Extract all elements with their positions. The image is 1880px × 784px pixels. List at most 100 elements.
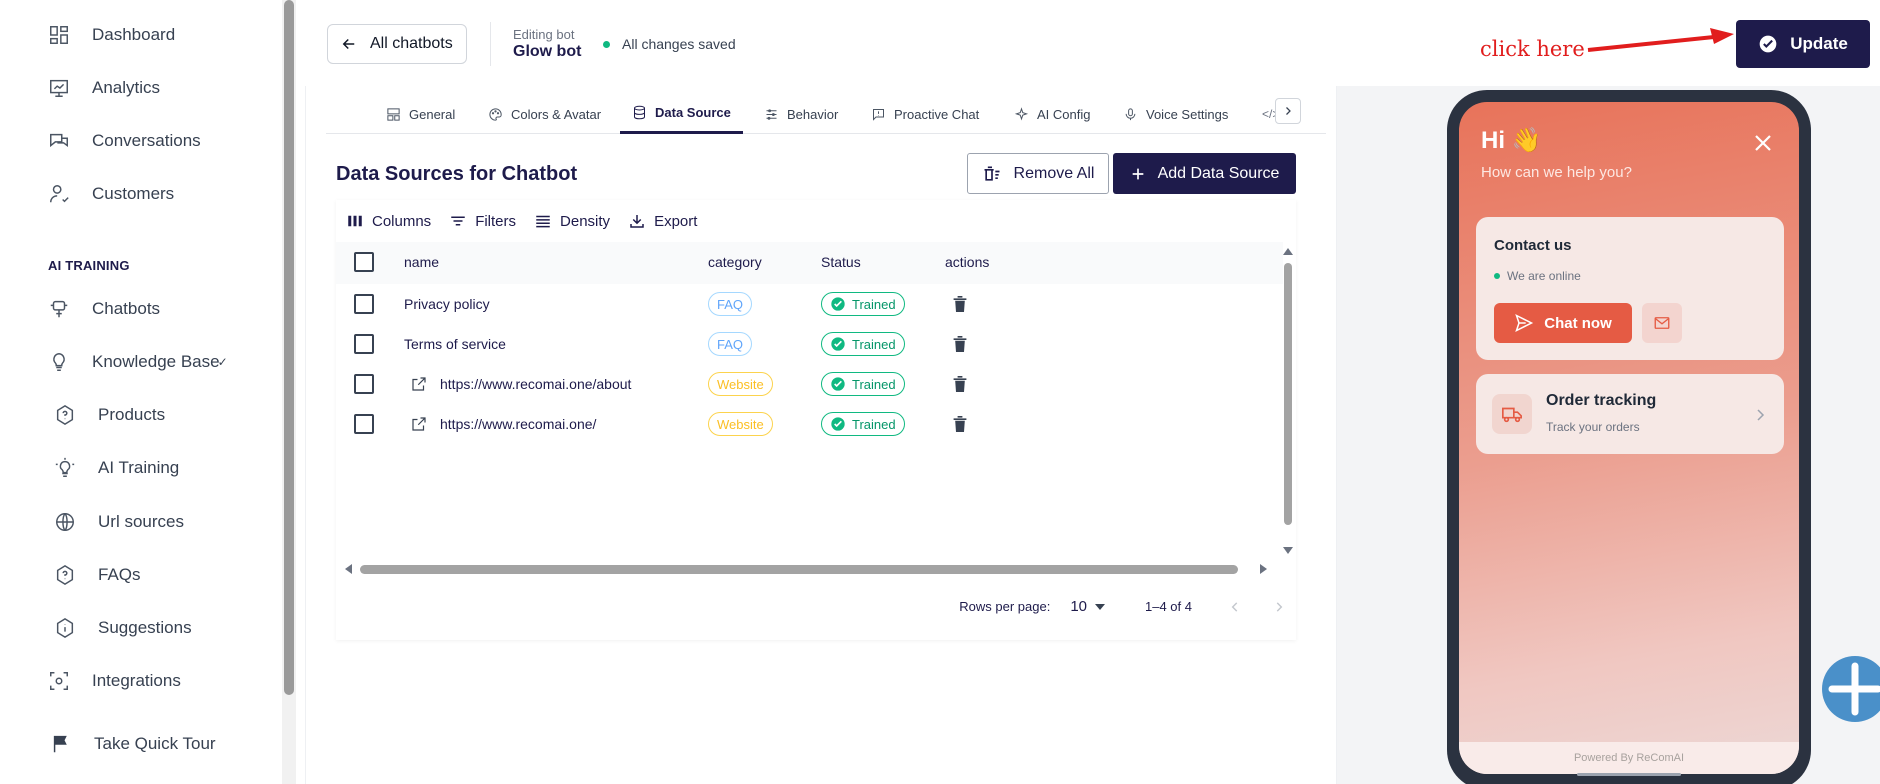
close-icon[interactable] xyxy=(1754,134,1772,152)
sidebar-item-label: Analytics xyxy=(92,78,161,97)
row-name[interactable]: https://www.recomai.one/ xyxy=(440,404,596,444)
sidebar-scrollbar[interactable] xyxy=(282,0,296,784)
rows-per-page-value: 10 xyxy=(1070,598,1087,615)
download-icon xyxy=(630,215,644,228)
tab-general[interactable]: General xyxy=(386,94,455,134)
select-all-checkbox[interactable] xyxy=(354,242,374,282)
delete-row-button[interactable] xyxy=(952,324,968,364)
filters-button[interactable]: Filters xyxy=(449,212,516,230)
export-button[interactable]: Export xyxy=(628,212,697,230)
tab-proactive-chat[interactable]: Proactive Chat xyxy=(871,94,979,134)
caret-down-icon xyxy=(1095,603,1105,610)
open-link-button[interactable] xyxy=(410,404,428,444)
tab-voice-settings[interactable]: Voice Settings xyxy=(1123,94,1228,134)
scroll-left-icon[interactable] xyxy=(342,562,354,576)
contact-card: Contact us We are online Chat now xyxy=(1476,217,1784,360)
sidebar-item-conversations[interactable]: Conversations xyxy=(48,130,201,152)
grid-horizontal-scrollbar[interactable] xyxy=(342,562,1277,576)
sidebar-item-analytics[interactable]: Analytics xyxy=(48,77,160,99)
analytics-icon xyxy=(50,79,68,97)
scroll-right-icon[interactable] xyxy=(1258,562,1270,576)
delete-row-button[interactable] xyxy=(952,284,968,324)
sidebar-item-label: Knowledge Base xyxy=(92,352,220,371)
next-page-icon[interactable] xyxy=(1272,600,1286,614)
contact-title: Contact us xyxy=(1494,237,1572,254)
check-circle-icon xyxy=(831,297,845,311)
plus-icon xyxy=(1132,168,1143,179)
all-chatbots-button[interactable]: All chatbots xyxy=(327,24,467,64)
sidebar-item-products[interactable]: Products xyxy=(54,404,165,426)
order-subtitle: Track your orders xyxy=(1546,420,1640,434)
sidebar-item-label: FAQs xyxy=(98,565,141,584)
sidebar-item-url-sources[interactable]: Url sources xyxy=(54,511,184,533)
save-status-text: All changes saved xyxy=(622,36,736,52)
row-checkbox[interactable] xyxy=(354,324,374,364)
tab-ai-config[interactable]: AI Config xyxy=(1014,94,1090,134)
remove-all-button[interactable]: Remove All xyxy=(967,153,1109,194)
remove-all-label: Remove All xyxy=(1013,164,1095,182)
dashboard-icon xyxy=(50,26,68,44)
add-data-source-label: Add Data Source xyxy=(1157,164,1280,182)
horizontal-scroll-thumb[interactable] xyxy=(360,565,1238,574)
sidebar-item-faqs[interactable]: FAQs xyxy=(54,564,141,586)
rows-per-page-select[interactable]: 10 xyxy=(1070,598,1105,615)
sidebar-item-knowledge-base[interactable]: Knowledge Base ✓ xyxy=(48,351,228,373)
row-checkbox[interactable] xyxy=(354,404,374,444)
column-header-status[interactable]: Status xyxy=(821,242,861,282)
lightbulb-icon xyxy=(53,353,65,371)
category-badge: Website xyxy=(708,412,773,436)
vertical-scroll-thumb[interactable] xyxy=(1284,263,1292,525)
grid-vertical-scrollbar[interactable] xyxy=(1281,245,1295,560)
density-button[interactable]: Density xyxy=(534,212,610,230)
sidebar-item-label: Integrations xyxy=(92,671,181,690)
column-header-actions[interactable]: actions xyxy=(945,242,989,282)
columns-button[interactable]: Columns xyxy=(346,212,431,230)
section-ai-training: AI TRAINING xyxy=(48,258,130,273)
tab-label: General xyxy=(409,106,456,122)
assistant-fab-button[interactable] xyxy=(1822,656,1880,722)
sidebar-item-label: AI Training xyxy=(98,458,180,477)
open-link-button[interactable] xyxy=(410,364,428,404)
update-button[interactable]: Update xyxy=(1736,20,1870,68)
column-header-category[interactable]: category xyxy=(708,242,762,282)
update-label: Update xyxy=(1790,34,1848,53)
row-checkbox[interactable] xyxy=(354,364,374,404)
order-tracking-card[interactable]: Order tracking Track your orders xyxy=(1476,374,1784,454)
tab-behavior[interactable]: Behavior xyxy=(764,94,838,134)
sidebar-item-label: Customers xyxy=(92,184,175,203)
row-name[interactable]: https://www.recomai.one/about xyxy=(440,364,631,404)
delete-row-button[interactable] xyxy=(952,364,968,404)
chat-now-button[interactable]: Chat now xyxy=(1494,303,1632,343)
tab-colors-avatar[interactable]: Colors & Avatar xyxy=(488,94,601,134)
filters-label: Filters xyxy=(475,212,517,230)
page-title: Data Sources for Chatbot xyxy=(336,163,578,185)
sidebar-item-chatbots[interactable]: Chatbots xyxy=(48,298,160,320)
scroll-up-icon[interactable] xyxy=(1281,245,1295,257)
take-quick-tour-button[interactable]: Take Quick Tour xyxy=(50,733,216,755)
sidebar-scroll-thumb[interactable] xyxy=(284,0,294,695)
row-checkbox[interactable] xyxy=(354,284,374,324)
status-badge: Trained xyxy=(821,372,905,396)
column-header-name[interactable]: name xyxy=(404,242,439,282)
tab-data-source[interactable]: Data Source xyxy=(620,94,743,134)
sidebar-item-label: Url sources xyxy=(98,512,184,531)
previous-page-icon[interactable] xyxy=(1228,600,1242,614)
sidebar-item-customers[interactable]: Customers xyxy=(48,183,174,205)
status-text: Trained xyxy=(852,336,896,352)
editing-bot-label: Editing bot xyxy=(513,27,575,42)
sidebar-item-dashboard[interactable]: Dashboard xyxy=(48,24,175,46)
tabs-next-button[interactable] xyxy=(1275,98,1301,124)
sidebar-item-label: Suggestions xyxy=(98,618,192,637)
sidebar-item-suggestions[interactable]: Suggestions xyxy=(54,617,192,639)
delete-row-button[interactable] xyxy=(952,404,968,444)
add-data-source-button[interactable]: Add Data Source xyxy=(1113,153,1296,194)
rows-per-page-label: Rows per page: xyxy=(959,599,1051,614)
scroll-down-icon[interactable] xyxy=(1281,545,1295,557)
sidebar-item-integrations[interactable]: Integrations xyxy=(48,670,181,692)
category-badge: Website xyxy=(708,372,773,396)
columns-label: Columns xyxy=(372,212,432,230)
status-badge: Trained xyxy=(821,412,905,436)
email-button[interactable] xyxy=(1642,303,1682,343)
sidebar-item-ai-training[interactable]: AI Training xyxy=(54,457,179,479)
status-badge: Trained xyxy=(821,332,905,356)
